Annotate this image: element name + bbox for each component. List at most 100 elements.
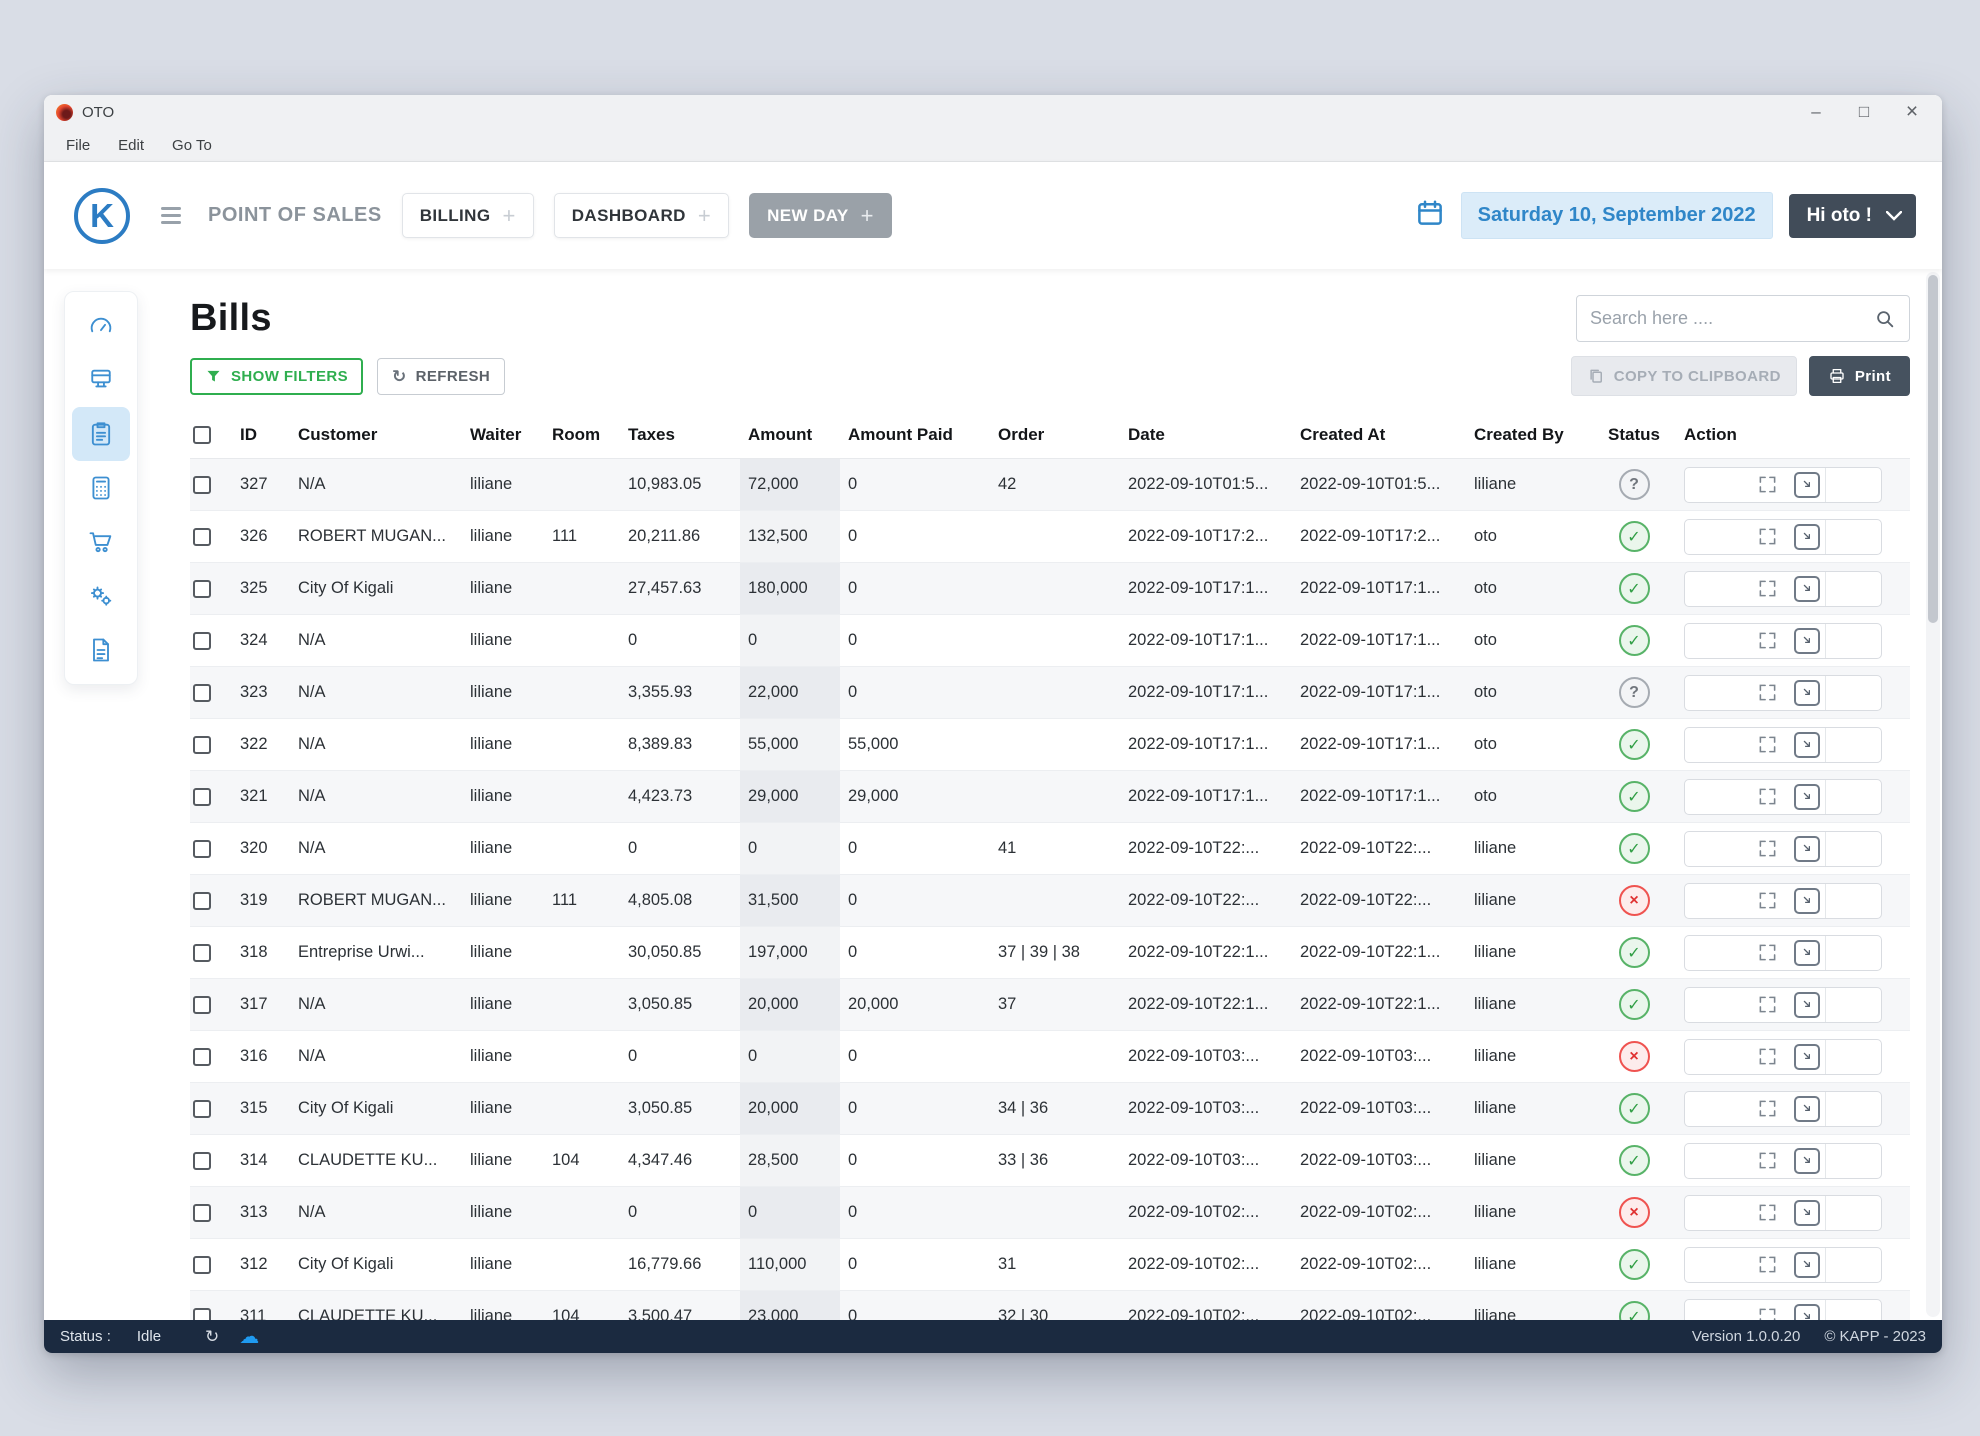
- sidebar-item-reports[interactable]: [72, 623, 130, 677]
- row-checkbox[interactable]: [193, 996, 211, 1014]
- search-input[interactable]: [1590, 308, 1874, 329]
- row-checkbox[interactable]: [193, 580, 211, 598]
- expand-row-button[interactable]: [1745, 624, 1789, 658]
- row-checkbox[interactable]: [193, 892, 211, 910]
- action-more-area[interactable]: [1825, 1040, 1881, 1074]
- sidebar-item-orders[interactable]: [72, 515, 130, 569]
- table-row[interactable]: 312 City Of Kigali liliane 16,779.66 110…: [190, 1239, 1910, 1291]
- action-more-area[interactable]: [1825, 624, 1881, 658]
- dashboard-button[interactable]: DASHBOARD +: [554, 193, 729, 238]
- search-icon[interactable]: [1874, 308, 1896, 330]
- menu-edit[interactable]: Edit: [104, 129, 158, 161]
- maximize-button[interactable]: □: [1840, 95, 1888, 129]
- export-row-button[interactable]: [1789, 572, 1825, 606]
- minimize-button[interactable]: –: [1792, 95, 1840, 129]
- row-checkbox[interactable]: [193, 736, 211, 754]
- export-row-button[interactable]: [1789, 1092, 1825, 1126]
- user-menu-button[interactable]: Hi oto !: [1789, 194, 1916, 238]
- action-more-area[interactable]: [1825, 1144, 1881, 1178]
- expand-row-button[interactable]: [1745, 1248, 1789, 1282]
- action-more-area[interactable]: [1825, 1248, 1881, 1282]
- action-more-area[interactable]: [1825, 1092, 1881, 1126]
- table-row[interactable]: 318 Entreprise Urwi... liliane 30,050.85…: [190, 927, 1910, 979]
- sidebar-item-invoices[interactable]: [72, 461, 130, 515]
- action-more-area[interactable]: [1825, 780, 1881, 814]
- export-row-button[interactable]: [1789, 624, 1825, 658]
- table-row[interactable]: 324 N/A liliane 0 0 0 2022-09-10T17:1...…: [190, 615, 1910, 667]
- row-checkbox[interactable]: [193, 528, 211, 546]
- expand-row-button[interactable]: [1745, 1300, 1789, 1321]
- export-row-button[interactable]: [1789, 884, 1825, 918]
- menu-file[interactable]: File: [52, 129, 104, 161]
- action-more-area[interactable]: [1825, 1196, 1881, 1230]
- expand-row-button[interactable]: [1745, 468, 1789, 502]
- action-more-area[interactable]: [1825, 936, 1881, 970]
- action-more-area[interactable]: [1825, 520, 1881, 554]
- sidebar-item-bills[interactable]: [72, 407, 130, 461]
- table-row[interactable]: 315 City Of Kigali liliane 3,050.85 20,0…: [190, 1083, 1910, 1135]
- row-checkbox[interactable]: [193, 944, 211, 962]
- export-row-button[interactable]: [1789, 936, 1825, 970]
- table-row[interactable]: 313 N/A liliane 0 0 0 2022-09-10T02:... …: [190, 1187, 1910, 1239]
- expand-row-button[interactable]: [1745, 1092, 1789, 1126]
- expand-row-button[interactable]: [1745, 884, 1789, 918]
- export-row-button[interactable]: [1789, 676, 1825, 710]
- expand-row-button[interactable]: [1745, 1196, 1789, 1230]
- row-checkbox[interactable]: [193, 1308, 211, 1321]
- row-checkbox[interactable]: [193, 1204, 211, 1222]
- current-date-chip[interactable]: Saturday 10, September 2022: [1461, 192, 1773, 239]
- action-more-area[interactable]: [1825, 832, 1881, 866]
- table-row[interactable]: 326 ROBERT MUGAN... liliane 111 20,211.8…: [190, 511, 1910, 563]
- table-row[interactable]: 321 N/A liliane 4,423.73 29,000 29,000 2…: [190, 771, 1910, 823]
- expand-row-button[interactable]: [1745, 780, 1789, 814]
- export-row-button[interactable]: [1789, 1300, 1825, 1321]
- show-filters-button[interactable]: SHOW FILTERS: [190, 358, 363, 395]
- sync-refresh-icon[interactable]: ↻: [205, 1328, 219, 1345]
- table-row[interactable]: 316 N/A liliane 0 0 0 2022-09-10T03:... …: [190, 1031, 1910, 1083]
- export-row-button[interactable]: [1789, 520, 1825, 554]
- expand-row-button[interactable]: [1745, 1040, 1789, 1074]
- expand-row-button[interactable]: [1745, 988, 1789, 1022]
- row-checkbox[interactable]: [193, 1256, 211, 1274]
- row-checkbox[interactable]: [193, 1100, 211, 1118]
- export-row-button[interactable]: [1789, 1248, 1825, 1282]
- table-row[interactable]: 323 N/A liliane 3,355.93 22,000 0 2022-0…: [190, 667, 1910, 719]
- export-row-button[interactable]: [1789, 832, 1825, 866]
- refresh-button[interactable]: ↻ REFRESH: [377, 358, 505, 395]
- calendar-icon[interactable]: [1415, 198, 1445, 233]
- close-button[interactable]: ×: [1888, 95, 1936, 129]
- expand-row-button[interactable]: [1745, 676, 1789, 710]
- export-row-button[interactable]: [1789, 1196, 1825, 1230]
- expand-row-button[interactable]: [1745, 520, 1789, 554]
- menu-go-to[interactable]: Go To: [158, 129, 226, 161]
- vertical-scrollbar[interactable]: [1926, 272, 1940, 1317]
- export-row-button[interactable]: [1789, 780, 1825, 814]
- export-row-button[interactable]: [1789, 468, 1825, 502]
- table-row[interactable]: 317 N/A liliane 3,050.85 20,000 20,000 3…: [190, 979, 1910, 1031]
- table-row[interactable]: 319 ROBERT MUGAN... liliane 111 4,805.08…: [190, 875, 1910, 927]
- scrollbar-thumb[interactable]: [1928, 275, 1938, 623]
- action-more-area[interactable]: [1825, 572, 1881, 606]
- action-more-area[interactable]: [1825, 468, 1881, 502]
- action-more-area[interactable]: [1825, 884, 1881, 918]
- expand-row-button[interactable]: [1745, 1144, 1789, 1178]
- expand-row-button[interactable]: [1745, 572, 1789, 606]
- table-row[interactable]: 322 N/A liliane 8,389.83 55,000 55,000 2…: [190, 719, 1910, 771]
- sidebar-item-dashboard[interactable]: [72, 299, 130, 353]
- sidebar-item-settings[interactable]: [72, 569, 130, 623]
- table-row[interactable]: 320 N/A liliane 0 0 0 41 2022-09-10T22:.…: [190, 823, 1910, 875]
- table-row[interactable]: 327 N/A liliane 10,983.05 72,000 0 42 20…: [190, 459, 1910, 511]
- expand-row-button[interactable]: [1745, 832, 1789, 866]
- row-checkbox[interactable]: [193, 632, 211, 650]
- sidebar-item-pos[interactable]: [72, 353, 130, 407]
- action-more-area[interactable]: [1825, 676, 1881, 710]
- new-day-button[interactable]: NEW DAY +: [749, 193, 892, 238]
- copy-to-clipboard-button[interactable]: COPY TO CLIPBOARD: [1571, 356, 1797, 396]
- expand-row-button[interactable]: [1745, 936, 1789, 970]
- row-checkbox[interactable]: [193, 840, 211, 858]
- table-row[interactable]: 314 CLAUDETTE KU... liliane 104 4,347.46…: [190, 1135, 1910, 1187]
- row-checkbox[interactable]: [193, 684, 211, 702]
- print-button[interactable]: Print: [1809, 356, 1910, 396]
- select-all-checkbox[interactable]: [193, 426, 211, 444]
- action-more-area[interactable]: [1825, 1300, 1881, 1321]
